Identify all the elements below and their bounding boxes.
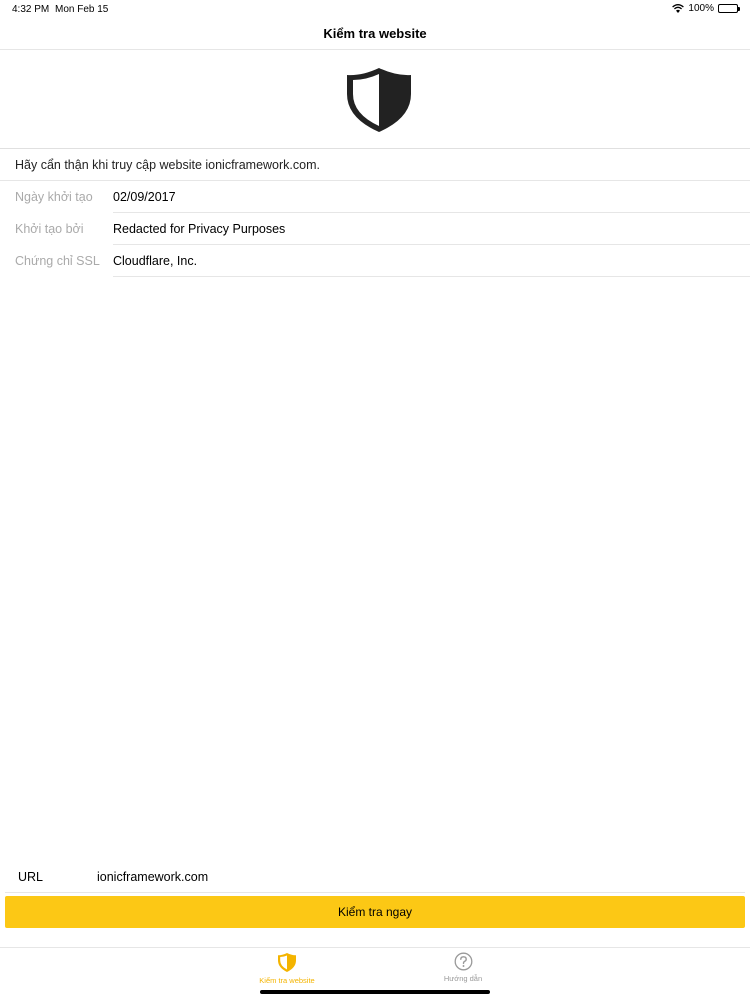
warning-message: Hãy cẩn thận khi truy cập website ionicf…	[0, 148, 750, 181]
battery-percent: 100%	[688, 3, 714, 14]
tab-label: Hướng dẫn	[443, 974, 483, 983]
tab-guide[interactable]: Hướng dẫn	[403, 952, 523, 983]
nav-bar: Kiểm tra website	[0, 18, 750, 50]
info-label: Khởi tạo bởi	[15, 222, 84, 236]
info-label: Ngày khởi tạo	[15, 190, 93, 204]
shield-icon	[278, 953, 296, 972]
wifi-icon	[672, 4, 685, 13]
check-now-button[interactable]: Kiểm tra ngay	[5, 896, 745, 928]
url-input[interactable]	[97, 862, 737, 892]
status-time: 4:32 PM	[12, 4, 50, 15]
info-value: Cloudflare, Inc.	[113, 245, 750, 277]
tab-check-website[interactable]: Kiểm tra website	[227, 952, 347, 985]
info-value: 02/09/2017	[113, 181, 750, 213]
info-row-created-by: Khởi tạo bởi Redacted for Privacy Purpos…	[0, 213, 750, 245]
battery-icon	[718, 4, 740, 13]
url-label: URL	[18, 870, 44, 884]
help-circle-icon	[454, 952, 472, 971]
home-indicator	[260, 990, 490, 994]
url-row: URL	[5, 862, 745, 893]
info-row-creation-date: Ngày khởi tạo 02/09/2017	[0, 181, 750, 213]
shield-icon	[344, 64, 414, 136]
status-right: 100%	[672, 3, 740, 14]
info-row-ssl-certificate: Chứng chỉ SSL Cloudflare, Inc.	[0, 245, 750, 277]
info-value: Redacted for Privacy Purposes	[113, 213, 750, 245]
info-label: Chứng chỉ SSL	[15, 254, 100, 268]
status-date: Mon Feb 15	[55, 4, 109, 15]
status-bar: 4:32 PM Mon Feb 15 100%	[0, 0, 750, 18]
tab-label: Kiểm tra website	[259, 976, 315, 985]
page-title: Kiểm tra website	[323, 26, 427, 41]
